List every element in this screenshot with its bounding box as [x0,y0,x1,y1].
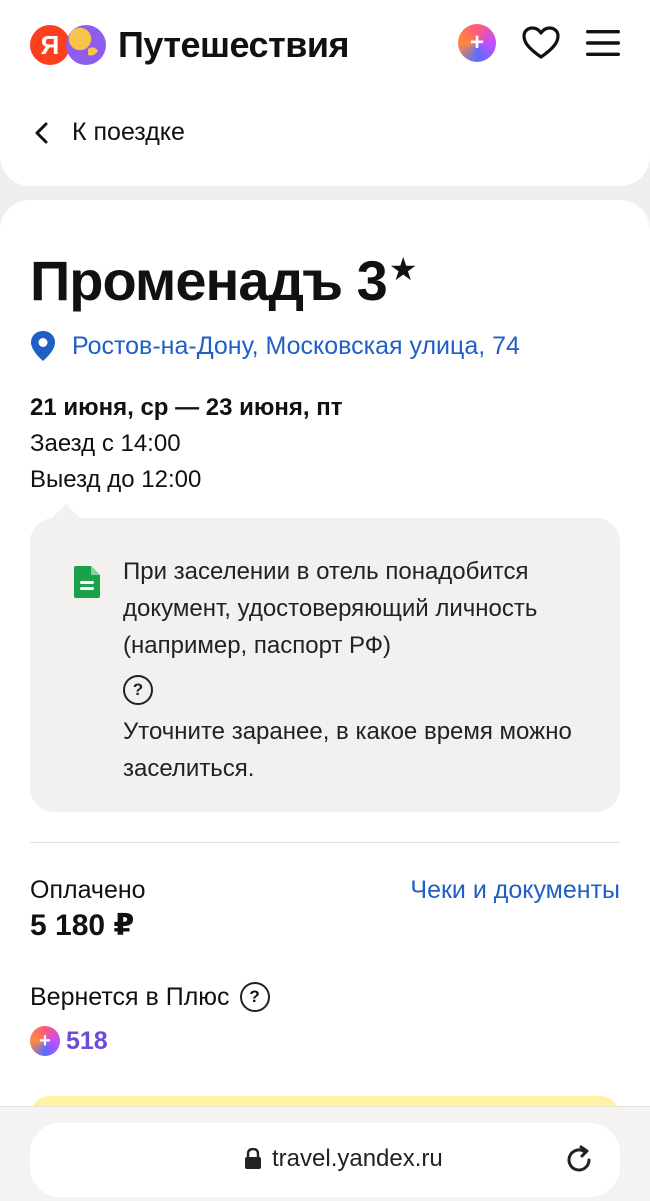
heart-icon[interactable] [522,26,560,60]
yandex-travel-logo[interactable]: Я Путешествия [30,24,349,66]
reload-icon[interactable] [564,1145,594,1175]
booking-card: Променадъ 3★ Ростов-на-Дону, Московская … [0,200,650,1200]
back-label: К поездке [72,118,185,146]
hotel-title: Променадъ 3★ [30,248,417,313]
plus-icon: + [30,1026,60,1056]
chevron-left-icon [35,122,48,143]
back-to-trip-link[interactable]: К поездке [30,118,185,147]
checkin-time: Заезд с 14:00 [30,430,181,457]
address-bar[interactable]: travel.yandex.ru [30,1123,620,1197]
lock-icon [245,1148,261,1169]
document-notice: При заселении в отель понадобится докуме… [30,504,620,812]
help-icon[interactable]: ? [239,982,270,1012]
divider [30,842,620,843]
address-text: Ростов-на-Дону, Московская улица, 74 [72,331,520,360]
stay-dates: 21 июня, ср — 23 июня, пт [30,394,343,421]
checkout-time: Выезд до 12:00 [30,466,202,493]
hotel-name: Променадъ 3 [30,249,388,312]
browser-bottom-bar: travel.yandex.ru [0,1106,650,1201]
receipts-link[interactable]: Чеки и документы [410,876,620,905]
app-header: Я Путешествия + К поездке [0,0,650,186]
help-icon[interactable]: ? [123,674,153,705]
document-icon [74,566,100,598]
cashback-value: 518 [66,1026,108,1055]
cashback-label: Вернется в Плюс [30,982,230,1011]
globe-icon [66,25,106,65]
menu-icon[interactable] [586,29,620,57]
notice-text: При заселении в отель понадобится докуме… [123,558,538,659]
location-pin-icon [31,331,55,361]
hotel-address-link[interactable]: Ростов-на-Дону, Московская улица, 74 [30,330,520,362]
plus-icon[interactable]: + [458,24,496,62]
paid-label: Оплачено [30,876,146,904]
yandex-logo-icon: Я [30,25,70,65]
stay-details: 21 июня, ср — 23 июня, пт Заезд с 14:00 … [30,390,343,498]
cashback-row: Вернется в Плюс ? [30,982,270,1012]
cashback-points: + 518 [30,1026,108,1056]
paid-amount: 5 180 ₽ [30,909,135,942]
brand-title: Путешествия [118,24,349,65]
star-icon: ★ [388,251,418,288]
url-text: travel.yandex.ru [272,1145,443,1172]
notice-extra: Уточните заранее, в какое время можно за… [123,718,572,782]
